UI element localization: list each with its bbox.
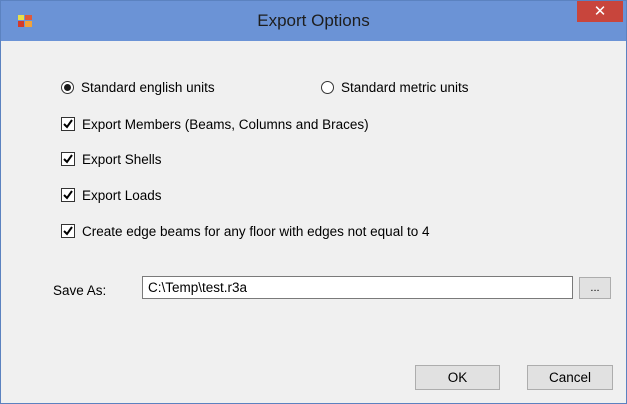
close-icon: ✕ [593, 3, 607, 20]
export-shells-label: Export Shells [82, 151, 162, 167]
cancel-button[interactable]: Cancel [527, 365, 613, 390]
ok-button[interactable]: OK [415, 365, 500, 390]
radio-button-metric[interactable] [321, 80, 334, 94]
radio-metric-label: Standard metric units [341, 79, 469, 95]
create-edge-beams-label: Create edge beams for any floor with edg… [82, 223, 430, 239]
checkmark-icon [63, 226, 73, 236]
checkmark-icon [63, 190, 73, 200]
save-as-input[interactable] [142, 276, 573, 299]
window-title: Export Options [257, 11, 370, 30]
export-loads-label: Export Loads [82, 187, 162, 203]
export-options-dialog: Export Options ✕ Standard english units … [0, 0, 627, 404]
radio-standard-metric[interactable]: Standard metric units [321, 77, 469, 97]
checkbox-export-shells-box[interactable] [61, 152, 75, 166]
checkbox-export-shells[interactable]: Export Shells [61, 149, 162, 169]
radio-english-label: Standard english units [81, 79, 215, 95]
checkbox-create-edge-beams[interactable]: Create edge beams for any floor with edg… [61, 221, 429, 241]
checkbox-create-edge-beams-box[interactable] [61, 224, 75, 238]
browse-button[interactable]: ... [579, 277, 611, 299]
title-bar[interactable]: Export Options ✕ [1, 1, 626, 41]
save-as-label: Save As: [53, 283, 107, 298]
checkbox-export-members-box[interactable] [61, 117, 75, 131]
radio-button-english[interactable] [61, 80, 74, 94]
checkmark-icon [63, 154, 73, 164]
export-members-label: Export Members (Beams, Columns and Brace… [82, 116, 369, 132]
checkbox-export-loads[interactable]: Export Loads [61, 185, 162, 205]
radio-standard-english[interactable]: Standard english units [61, 77, 215, 97]
dialog-body: Standard english units Standard metric u… [9, 41, 618, 395]
checkmark-icon [63, 119, 73, 129]
checkbox-export-loads-box[interactable] [61, 188, 75, 202]
close-button[interactable]: ✕ [577, 1, 623, 22]
checkbox-export-members[interactable]: Export Members (Beams, Columns and Brace… [61, 114, 369, 134]
